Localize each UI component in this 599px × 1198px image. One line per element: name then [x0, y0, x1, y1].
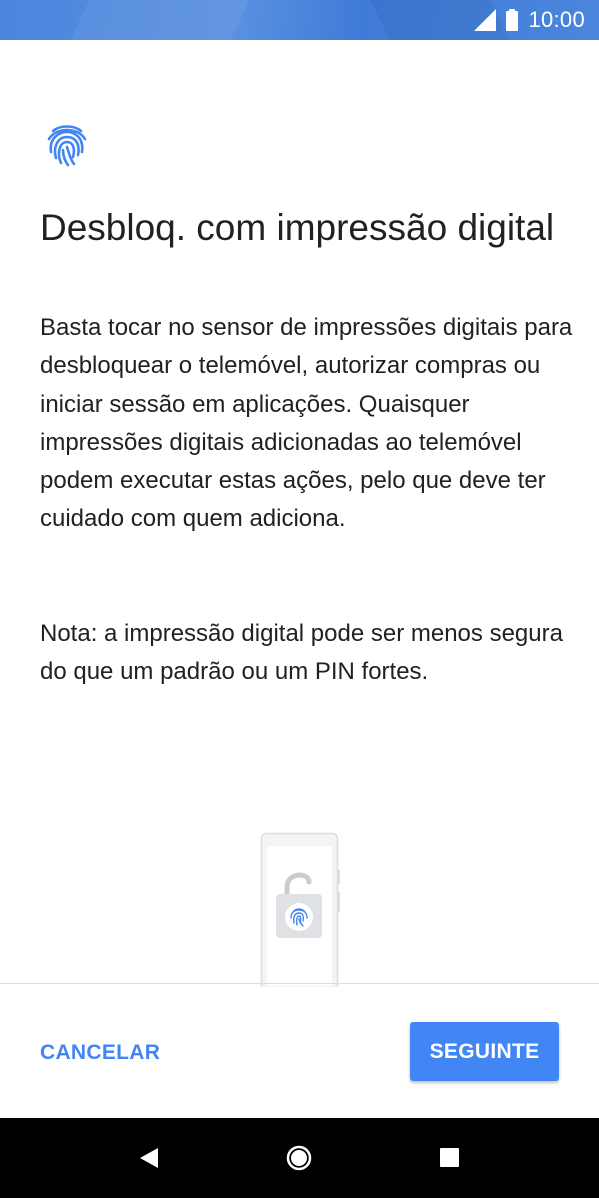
- signal-icon: [474, 9, 497, 31]
- page-title: Desbloq. com impressão digital: [40, 207, 555, 248]
- fingerprint-icon: [47, 125, 87, 167]
- status-bar-decoration: [52, 0, 268, 40]
- status-bar-clock: 10:00: [528, 7, 585, 32]
- navigation-bar: [0, 1118, 599, 1198]
- description-text: Basta tocar no sensor de impressões digi…: [40, 314, 573, 533]
- recents-icon[interactable]: [440, 1148, 459, 1167]
- phone-illustration: [260, 832, 340, 987]
- home-icon[interactable]: [285, 1144, 313, 1172]
- note-text: Nota: a impressão digital pode ser menos…: [40, 620, 563, 686]
- status-bar: 10:00: [0, 0, 599, 40]
- footer-divider: [0, 983, 599, 984]
- status-icons: 10:00: [474, 0, 585, 40]
- cancel-button[interactable]: CANCELAR: [40, 1031, 160, 1075]
- back-icon[interactable]: [138, 1146, 162, 1170]
- next-button[interactable]: SEGUINTE: [410, 1022, 559, 1081]
- battery-icon: [506, 9, 519, 31]
